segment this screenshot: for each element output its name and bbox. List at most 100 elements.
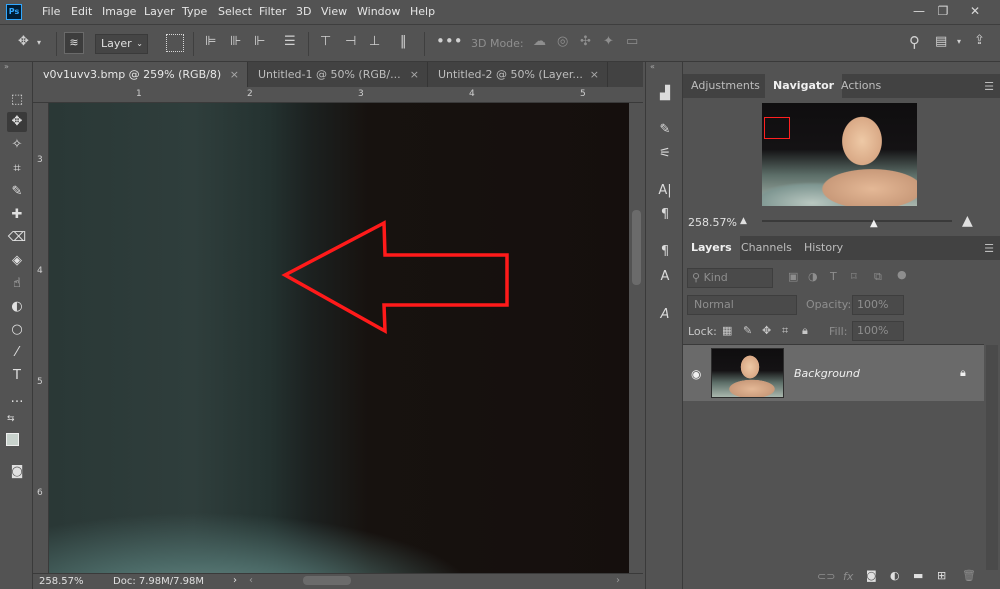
blend-mode-dropdown[interactable]: Normal bbox=[687, 295, 797, 315]
tab-layers[interactable]: Layers bbox=[683, 236, 740, 260]
smudge-tool-icon[interactable]: ☝ bbox=[7, 274, 27, 294]
align-middle-icon[interactable]: ⊣ bbox=[345, 34, 356, 49]
opacity-input[interactable]: 100% bbox=[852, 295, 904, 315]
brush-settings-icon[interactable]: ✎ bbox=[655, 120, 675, 140]
glyphs-icon[interactable]: A bbox=[655, 305, 675, 325]
visibility-eye-icon[interactable]: ◉ bbox=[691, 367, 701, 381]
menu-type[interactable]: Type bbox=[182, 5, 207, 18]
document-canvas[interactable] bbox=[49, 103, 629, 573]
panel-menu-icon[interactable]: ☰ bbox=[984, 80, 994, 93]
filter-pixel-icon[interactable]: ▣ bbox=[788, 270, 798, 283]
restore-icon[interactable]: ❐ bbox=[934, 3, 952, 19]
paragraph-icon[interactable]: ¶ bbox=[655, 205, 675, 225]
auto-select-dropdown[interactable]: Layer ⌄ bbox=[95, 34, 148, 54]
menu-3d[interactable]: 3D bbox=[296, 5, 311, 18]
align-left-icon[interactable]: ⊫ bbox=[205, 34, 216, 49]
magic-wand-icon[interactable]: ✧ bbox=[7, 135, 27, 155]
align-center-icon[interactable]: ⊪ bbox=[230, 34, 241, 49]
dodge-tool-icon[interactable]: ◐ bbox=[7, 297, 27, 317]
tab-channels[interactable]: Channels bbox=[733, 236, 800, 260]
scroll-left-icon[interactable]: ‹ bbox=[249, 575, 253, 586]
close-icon[interactable]: ✕ bbox=[966, 3, 984, 19]
zoom-out-icon[interactable]: ▲ bbox=[740, 216, 747, 226]
collapse-icon[interactable]: » bbox=[4, 62, 9, 71]
adjustments-icon[interactable]: ⚟ bbox=[655, 144, 675, 164]
zoom-slider-track[interactable] bbox=[762, 220, 952, 222]
filter-smart-object-icon[interactable]: ⧉ bbox=[874, 270, 882, 284]
zoom-in-icon[interactable]: ▲ bbox=[962, 213, 973, 229]
transform-controls-icon[interactable] bbox=[166, 34, 184, 52]
menu-select[interactable]: Select bbox=[218, 5, 252, 18]
auto-select-checkbox-icon[interactable]: ≋ bbox=[64, 32, 84, 54]
chevron-down-icon[interactable]: ▾ bbox=[957, 37, 961, 46]
tab-adjustments[interactable]: Adjustments bbox=[683, 74, 768, 98]
type-tool-icon[interactable]: T bbox=[7, 366, 27, 386]
lock-all-icon[interactable]: 🔒︎ bbox=[802, 324, 808, 338]
layer-kind-filter[interactable]: ⚲ Kind bbox=[687, 268, 773, 288]
menu-filter[interactable]: Filter bbox=[259, 5, 286, 18]
zoom-slider-handle[interactable]: ▲ bbox=[870, 218, 878, 229]
collapse-icon[interactable]: « bbox=[650, 62, 655, 71]
crop-tool-icon[interactable]: ⌗ bbox=[7, 159, 27, 179]
chevron-down-icon[interactable]: ▾ bbox=[37, 38, 41, 47]
lock-transparent-icon[interactable]: ▦ bbox=[722, 324, 732, 337]
filter-type-icon[interactable]: T bbox=[830, 270, 837, 283]
navigator-zoom[interactable]: 258.57% bbox=[688, 216, 737, 229]
quick-mask-icon[interactable]: ◙ bbox=[7, 462, 27, 482]
menu-view[interactable]: View bbox=[321, 5, 347, 18]
layer-name[interactable]: Background bbox=[794, 367, 860, 380]
eyedropper-icon[interactable]: ⁄ bbox=[7, 343, 27, 363]
more-tools-icon[interactable]: … bbox=[7, 389, 27, 409]
menu-window[interactable]: Window bbox=[357, 5, 400, 18]
align-right-icon[interactable]: ⊩ bbox=[254, 34, 265, 49]
link-layers-icon[interactable]: ⊂⊃ bbox=[817, 570, 835, 583]
new-layer-icon[interactable]: ⊞ bbox=[937, 569, 946, 582]
marquee-tool-icon[interactable]: ⬚ bbox=[7, 90, 27, 110]
paint-bucket-icon[interactable]: ◈ bbox=[7, 251, 27, 271]
status-menu-icon[interactable]: › bbox=[233, 575, 237, 586]
lock-artboard-icon[interactable]: ⌗ bbox=[782, 324, 788, 338]
vertical-scrollbar[interactable] bbox=[629, 103, 643, 573]
filter-toggle-icon[interactable]: ● bbox=[897, 268, 907, 281]
fill-input[interactable]: 100% bbox=[852, 321, 904, 341]
menu-layer[interactable]: Layer bbox=[144, 5, 175, 18]
character-styles-icon[interactable]: A bbox=[655, 267, 675, 287]
eraser-tool-icon[interactable]: ⌫ bbox=[7, 228, 27, 248]
tab-document-1[interactable]: v0v1uvv3.bmp @ 259% (RGB/8) × bbox=[33, 62, 248, 87]
3d-slide-icon[interactable]: ✦ bbox=[603, 34, 614, 49]
tab-history[interactable]: History bbox=[796, 236, 851, 260]
histogram-icon[interactable]: ▟ bbox=[655, 84, 675, 104]
layer-thumbnail[interactable] bbox=[711, 348, 784, 398]
brush-tool-icon[interactable]: ✎ bbox=[7, 182, 27, 202]
lock-position-icon[interactable]: ✥ bbox=[762, 324, 771, 337]
layer-mask-icon[interactable]: ◙ bbox=[866, 569, 877, 582]
tab-actions[interactable]: Actions bbox=[833, 74, 889, 98]
align-top-icon[interactable]: ⊤ bbox=[320, 34, 331, 49]
distribute-icon[interactable]: ☰ bbox=[284, 34, 296, 49]
adjustment-layer-icon[interactable]: ◐ bbox=[890, 569, 900, 582]
navigator-view-box[interactable] bbox=[764, 117, 790, 139]
new-group-icon[interactable]: ▬ bbox=[913, 569, 923, 582]
more-icon[interactable]: ••• bbox=[436, 32, 463, 50]
close-tab-icon[interactable]: × bbox=[590, 62, 599, 87]
menu-help[interactable]: Help bbox=[410, 5, 435, 18]
tab-document-2[interactable]: Untitled-1 @ 50% (RGB/... × bbox=[248, 62, 428, 87]
zoom-level[interactable]: 258.57% bbox=[39, 576, 84, 587]
vertical-scroll-thumb[interactable] bbox=[632, 210, 641, 285]
ellipse-tool-icon[interactable]: ○ bbox=[7, 320, 27, 340]
layer-style-icon[interactable]: fx bbox=[843, 570, 853, 583]
foreground-color-swatch[interactable] bbox=[6, 433, 19, 446]
3d-orbit-icon[interactable]: ☁ bbox=[533, 34, 546, 49]
align-bottom-icon[interactable]: ⊥ bbox=[369, 34, 380, 49]
paragraph-styles-icon[interactable]: ¶ bbox=[655, 242, 675, 262]
3d-pan-icon[interactable]: ✣ bbox=[580, 34, 591, 49]
close-tab-icon[interactable]: × bbox=[410, 62, 419, 87]
filter-shape-icon[interactable]: ⌑ bbox=[851, 270, 857, 283]
menu-image[interactable]: Image bbox=[102, 5, 136, 18]
healing-brush-icon[interactable]: ✚ bbox=[7, 205, 27, 225]
tab-document-3[interactable]: Untitled-2 @ 50% (Layer... × bbox=[428, 62, 608, 87]
layers-scrollbar[interactable] bbox=[986, 345, 998, 570]
share-icon[interactable]: ⇪ bbox=[974, 33, 985, 48]
character-icon[interactable]: A| bbox=[655, 181, 675, 201]
menu-file[interactable]: File bbox=[42, 5, 60, 18]
